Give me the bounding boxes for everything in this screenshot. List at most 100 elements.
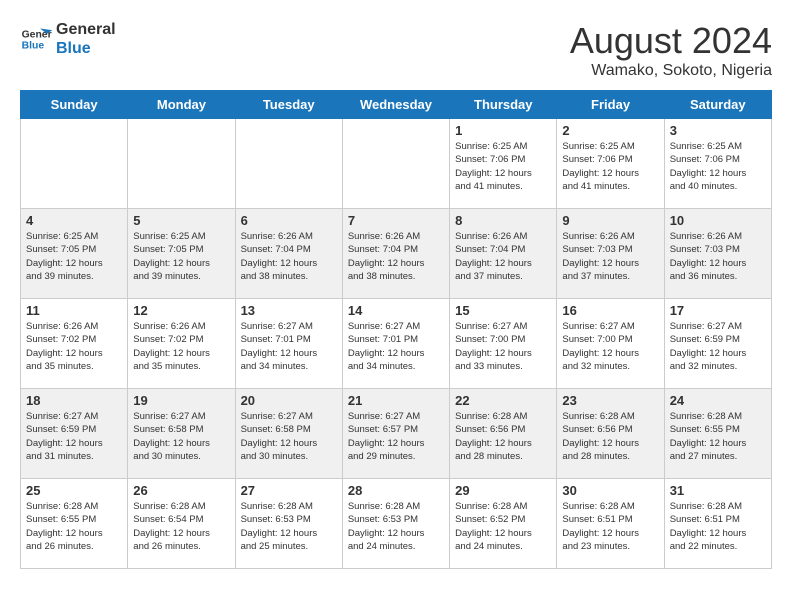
day-info: Sunrise: 6:26 AM Sunset: 7:02 PM Dayligh… (133, 320, 229, 373)
calendar-cell: 25 Sunrise: 6:28 AM Sunset: 6:55 PM Dayli… (21, 479, 128, 569)
day-info: Sunrise: 6:26 AM Sunset: 7:03 PM Dayligh… (562, 230, 658, 283)
day-info: Sunrise: 6:25 AM Sunset: 7:06 PM Dayligh… (455, 140, 551, 193)
day-info: Sunrise: 6:27 AM Sunset: 7:01 PM Dayligh… (348, 320, 444, 373)
calendar-cell (128, 119, 235, 209)
day-number: 29 (455, 483, 551, 498)
calendar-cell: 10Sunrise: 6:26 AM Sunset: 7:03 PM Dayli… (664, 209, 771, 299)
calendar-cell: 4Sunrise: 6:25 AM Sunset: 7:05 PM Daylig… (21, 209, 128, 299)
day-info: Sunrise: 6:28 AM Sunset: 6:54 PM Dayligh… (133, 500, 229, 553)
day-number: 28 (348, 483, 444, 498)
day-info: Sunrise: 6:28 AM Sunset: 6:56 PM Dayligh… (455, 410, 551, 463)
header-tuesday: Tuesday (235, 91, 342, 119)
header-friday: Friday (557, 91, 664, 119)
calendar-cell: 11 Sunrise: 6:26 AM Sunset: 7:02 PM Dayli… (21, 299, 128, 389)
day-number: 31 (670, 483, 766, 498)
calendar-cell: 26 Sunrise: 6:28 AM Sunset: 6:54 PM Dayli… (128, 479, 235, 569)
day-info: Sunrise: 6:26 AM Sunset: 7:04 PM Dayligh… (455, 230, 551, 283)
header-monday: Monday (128, 91, 235, 119)
title-section: August 2024 Wamako, Sokoto, Nigeria (570, 20, 772, 80)
calendar-cell: 30 Sunrise: 6:28 AM Sunset: 6:51 PM Dayli… (557, 479, 664, 569)
calendar-table: SundayMondayTuesdayWednesdayThursdayFrid… (20, 90, 772, 569)
day-number: 26 (133, 483, 229, 498)
day-info: Sunrise: 6:27 AM Sunset: 7:00 PM Dayligh… (562, 320, 658, 373)
day-number: 15 (455, 303, 551, 318)
calendar-cell: 27 Sunrise: 6:28 AM Sunset: 6:53 PM Dayli… (235, 479, 342, 569)
calendar-cell: 6 Sunrise: 6:26 AM Sunset: 7:04 PM Daylig… (235, 209, 342, 299)
day-number: 14 (348, 303, 444, 318)
day-info: Sunrise: 6:27 AM Sunset: 6:59 PM Dayligh… (670, 320, 766, 373)
calendar-cell: 17Sunrise: 6:27 AM Sunset: 6:59 PM Dayli… (664, 299, 771, 389)
calendar-week-4: 18Sunrise: 6:27 AM Sunset: 6:59 PM Dayli… (21, 389, 772, 479)
day-number: 6 (241, 213, 337, 228)
day-info: Sunrise: 6:28 AM Sunset: 6:53 PM Dayligh… (241, 500, 337, 553)
day-info: Sunrise: 6:28 AM Sunset: 6:55 PM Dayligh… (26, 500, 122, 553)
header-saturday: Saturday (664, 91, 771, 119)
day-info: Sunrise: 6:27 AM Sunset: 6:59 PM Dayligh… (26, 410, 122, 463)
calendar-week-3: 11 Sunrise: 6:26 AM Sunset: 7:02 PM Dayli… (21, 299, 772, 389)
calendar-cell: 1 Sunrise: 6:25 AM Sunset: 7:06 PM Daylig… (450, 119, 557, 209)
day-info: Sunrise: 6:26 AM Sunset: 7:02 PM Dayligh… (26, 320, 122, 373)
day-number: 30 (562, 483, 658, 498)
calendar-cell: 7 Sunrise: 6:26 AM Sunset: 7:04 PM Daylig… (342, 209, 449, 299)
day-number: 9 (562, 213, 658, 228)
calendar-cell: 18Sunrise: 6:27 AM Sunset: 6:59 PM Dayli… (21, 389, 128, 479)
header-thursday: Thursday (450, 91, 557, 119)
day-info: Sunrise: 6:25 AM Sunset: 7:06 PM Dayligh… (562, 140, 658, 193)
day-info: Sunrise: 6:28 AM Sunset: 6:55 PM Dayligh… (670, 410, 766, 463)
calendar-cell: 22Sunrise: 6:28 AM Sunset: 6:56 PM Dayli… (450, 389, 557, 479)
day-number: 11 (26, 303, 122, 318)
day-number: 24 (670, 393, 766, 408)
day-info: Sunrise: 6:27 AM Sunset: 7:01 PM Dayligh… (241, 320, 337, 373)
calendar-cell: 14 Sunrise: 6:27 AM Sunset: 7:01 PM Dayli… (342, 299, 449, 389)
calendar-week-1: 1 Sunrise: 6:25 AM Sunset: 7:06 PM Daylig… (21, 119, 772, 209)
day-number: 25 (26, 483, 122, 498)
month-year-title: August 2024 (570, 20, 772, 62)
day-number: 21 (348, 393, 444, 408)
day-number: 16 (562, 303, 658, 318)
calendar-header-row: SundayMondayTuesdayWednesdayThursdayFrid… (21, 91, 772, 119)
calendar-cell: 29 Sunrise: 6:28 AM Sunset: 6:52 PM Dayli… (450, 479, 557, 569)
calendar-cell: 31 Sunrise: 6:28 AM Sunset: 6:51 PM Dayli… (664, 479, 771, 569)
day-number: 5 (133, 213, 229, 228)
calendar-week-2: 4Sunrise: 6:25 AM Sunset: 7:05 PM Daylig… (21, 209, 772, 299)
day-number: 7 (348, 213, 444, 228)
calendar-cell (235, 119, 342, 209)
calendar-cell: 5Sunrise: 6:25 AM Sunset: 7:05 PM Daylig… (128, 209, 235, 299)
calendar-cell: 19Sunrise: 6:27 AM Sunset: 6:58 PM Dayli… (128, 389, 235, 479)
calendar-cell: 21Sunrise: 6:27 AM Sunset: 6:57 PM Dayli… (342, 389, 449, 479)
day-info: Sunrise: 6:28 AM Sunset: 6:51 PM Dayligh… (670, 500, 766, 553)
calendar-cell: 16 Sunrise: 6:27 AM Sunset: 7:00 PM Dayli… (557, 299, 664, 389)
calendar-cell (342, 119, 449, 209)
logo-blue: Blue (56, 39, 116, 58)
day-info: Sunrise: 6:28 AM Sunset: 6:52 PM Dayligh… (455, 500, 551, 553)
calendar-cell: 2Sunrise: 6:25 AM Sunset: 7:06 PM Daylig… (557, 119, 664, 209)
day-info: Sunrise: 6:28 AM Sunset: 6:56 PM Dayligh… (562, 410, 658, 463)
day-number: 8 (455, 213, 551, 228)
calendar-cell: 28Sunrise: 6:28 AM Sunset: 6:53 PM Dayli… (342, 479, 449, 569)
day-info: Sunrise: 6:28 AM Sunset: 6:51 PM Dayligh… (562, 500, 658, 553)
day-number: 23 (562, 393, 658, 408)
location-subtitle: Wamako, Sokoto, Nigeria (570, 62, 772, 80)
day-info: Sunrise: 6:25 AM Sunset: 7:05 PM Dayligh… (26, 230, 122, 283)
calendar-cell: 13Sunrise: 6:27 AM Sunset: 7:01 PM Dayli… (235, 299, 342, 389)
logo: General Blue General Blue (20, 20, 116, 58)
day-info: Sunrise: 6:26 AM Sunset: 7:04 PM Dayligh… (241, 230, 337, 283)
day-number: 1 (455, 123, 551, 138)
calendar-cell: 3Sunrise: 6:25 AM Sunset: 7:06 PM Daylig… (664, 119, 771, 209)
calendar-cell: 8 Sunrise: 6:26 AM Sunset: 7:04 PM Daylig… (450, 209, 557, 299)
calendar-cell: 15Sunrise: 6:27 AM Sunset: 7:00 PM Dayli… (450, 299, 557, 389)
day-number: 10 (670, 213, 766, 228)
header-sunday: Sunday (21, 91, 128, 119)
calendar-cell: 12Sunrise: 6:26 AM Sunset: 7:02 PM Dayli… (128, 299, 235, 389)
calendar-cell: 23 Sunrise: 6:28 AM Sunset: 6:56 PM Dayli… (557, 389, 664, 479)
day-number: 27 (241, 483, 337, 498)
day-number: 3 (670, 123, 766, 138)
calendar-cell: 20Sunrise: 6:27 AM Sunset: 6:58 PM Dayli… (235, 389, 342, 479)
calendar-cell: 24 Sunrise: 6:28 AM Sunset: 6:55 PM Dayli… (664, 389, 771, 479)
calendar-week-5: 25 Sunrise: 6:28 AM Sunset: 6:55 PM Dayli… (21, 479, 772, 569)
calendar-cell: 9 Sunrise: 6:26 AM Sunset: 7:03 PM Daylig… (557, 209, 664, 299)
svg-text:Blue: Blue (22, 41, 45, 52)
day-info: Sunrise: 6:26 AM Sunset: 7:04 PM Dayligh… (348, 230, 444, 283)
logo-icon: General Blue (20, 23, 52, 55)
page-header: General Blue General Blue August 2024 Wa… (20, 20, 772, 80)
